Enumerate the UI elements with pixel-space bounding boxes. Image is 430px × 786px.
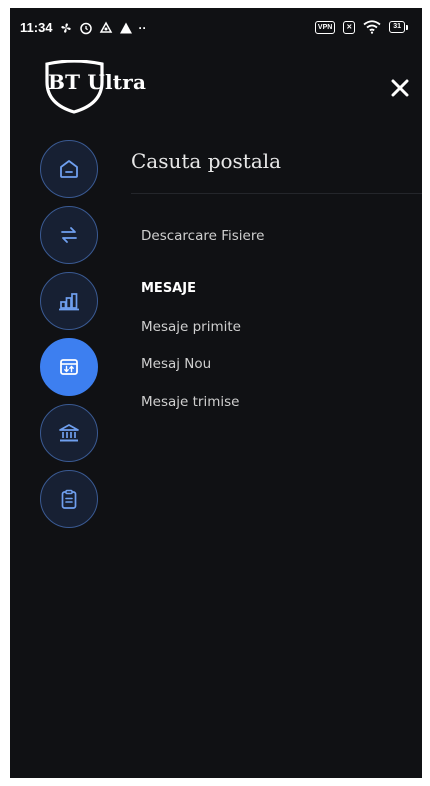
transfer-arrows-icon	[61, 227, 77, 243]
new-message-link[interactable]: Mesaj Nou	[141, 356, 211, 372]
app-screen: 11:34 ·· VPN ✕ 31 BT Ultra Casuta postal…	[10, 8, 422, 778]
screen: 11:34 ·· VPN ✕ 31 BT Ultra Casuta postal…	[0, 0, 430, 786]
wifi-icon	[363, 20, 381, 34]
page-title: Casuta postala	[131, 149, 282, 173]
divider	[131, 193, 422, 194]
logo-text: BT Ultra	[48, 70, 147, 94]
bt-ultra-logo: BT Ultra	[44, 60, 164, 118]
nav-home-button[interactable]	[40, 140, 98, 198]
status-overflow: ··	[138, 20, 147, 35]
status-left: 11:34 ··	[20, 20, 147, 35]
close-icon	[391, 79, 409, 97]
fan-icon	[59, 21, 73, 35]
battery-level: 31	[389, 21, 405, 33]
nav-transfers-button[interactable]	[40, 206, 98, 264]
status-right: VPN ✕ 31	[314, 20, 408, 34]
received-messages-link[interactable]: Mesaje primite	[141, 319, 241, 335]
battery-tip	[406, 24, 408, 30]
clipboard-icon	[61, 489, 77, 509]
sim-icon: ✕	[343, 20, 356, 34]
bar-chart-icon	[59, 293, 79, 311]
nav-bank-button[interactable]	[40, 404, 98, 462]
download-files-link[interactable]: Descarcare Fisiere	[141, 228, 264, 244]
status-time: 11:34	[20, 20, 53, 35]
nav-reports-button[interactable]	[40, 272, 98, 330]
alarm-icon	[79, 21, 93, 35]
warning-icon	[119, 21, 133, 35]
nav-documents-button[interactable]	[40, 470, 98, 528]
status-bar: 11:34 ·· VPN ✕ 31	[10, 8, 422, 50]
battery-icon: 31	[389, 21, 408, 33]
recycle-icon	[99, 20, 113, 35]
home-icon	[60, 160, 78, 178]
mailbox-icon	[60, 359, 78, 375]
sent-messages-link[interactable]: Mesaje trimise	[141, 394, 239, 410]
messages-section-heading: MESAJE	[141, 281, 196, 296]
bank-icon	[59, 424, 79, 442]
close-button[interactable]	[382, 70, 418, 106]
nav-mailbox-button[interactable]	[40, 338, 98, 396]
vpn-badge: VPN	[314, 20, 336, 34]
